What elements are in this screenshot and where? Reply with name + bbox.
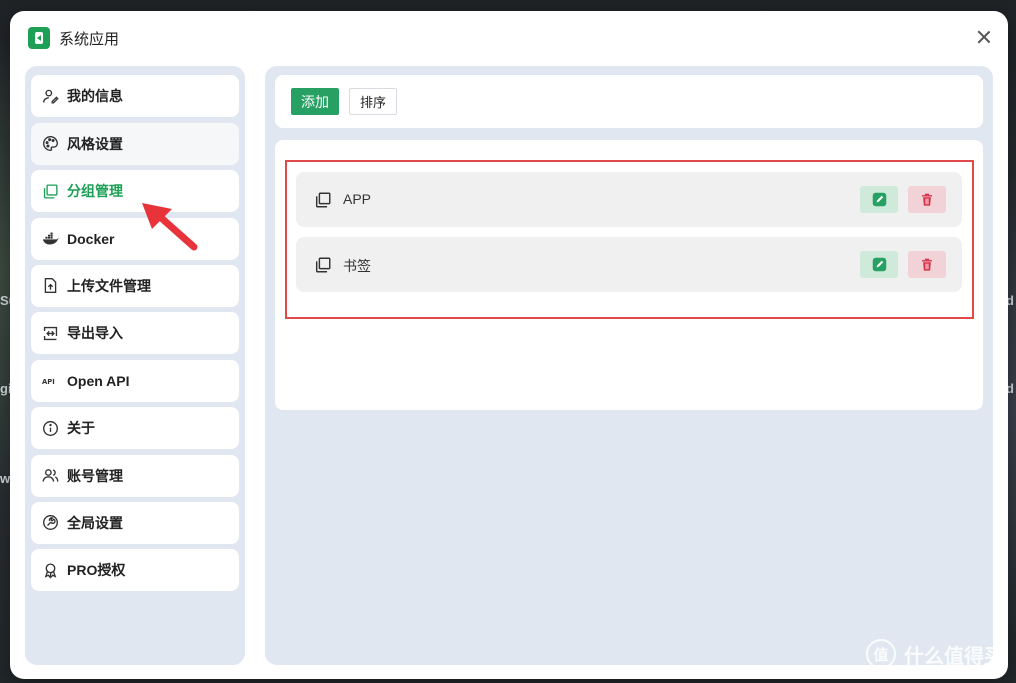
settings-window: 系统应用 我的信息 风格设置 分组管理 Docker 上传文件管理 导出导入 A… xyxy=(10,11,1008,679)
sidebar-item-open-api[interactable]: API Open API xyxy=(31,359,239,402)
watermark: 值 什么值得买 xyxy=(866,639,1004,669)
group-name: 书签 xyxy=(343,258,371,274)
sidebar-item-label: PRO授权 xyxy=(67,562,126,579)
delete-group-button[interactable] xyxy=(908,251,946,278)
edit-group-button[interactable] xyxy=(860,186,898,213)
docker-whale-icon xyxy=(41,230,59,248)
edit-group-button[interactable] xyxy=(860,251,898,278)
sidebar-item-global-settings[interactable]: 全局设置 xyxy=(31,501,239,544)
sidebar-item-label: 风格设置 xyxy=(67,135,123,152)
sidebar-item-upload-files[interactable]: 上传文件管理 xyxy=(31,264,239,307)
sidebar-item-label: 全局设置 xyxy=(67,514,123,531)
sidebar-item-label: 分组管理 xyxy=(67,183,123,200)
user-edit-icon xyxy=(41,87,59,105)
group-row[interactable]: APP xyxy=(296,172,962,227)
trash-icon xyxy=(922,258,932,271)
import-export-icon xyxy=(41,324,59,342)
close-icon[interactable] xyxy=(974,27,994,47)
sort-button[interactable]: 排序 xyxy=(349,88,397,115)
edit-icon xyxy=(872,192,886,207)
group-row[interactable]: 书签 xyxy=(296,237,962,292)
sidebar: 我的信息 风格设置 分组管理 Docker 上传文件管理 导出导入 API Op… xyxy=(25,66,245,665)
info-icon xyxy=(41,419,59,437)
annotation-arrow-icon xyxy=(142,203,198,251)
sidebar-item-pro-license[interactable]: PRO授权 xyxy=(31,549,239,592)
sidebar-item-style[interactable]: 风格设置 xyxy=(31,122,239,165)
copy-squares-icon xyxy=(314,256,332,274)
sidebar-item-import-export[interactable]: 导出导入 xyxy=(31,312,239,355)
palette-icon xyxy=(41,135,59,153)
group-name: APP xyxy=(343,191,372,207)
sidebar-item-label: 上传文件管理 xyxy=(67,277,151,294)
svg-text:API: API xyxy=(42,378,55,386)
award-icon xyxy=(41,561,59,579)
window-titlebar: 系统应用 xyxy=(10,11,1008,65)
group-list-panel: APP 书签 xyxy=(275,140,983,410)
app-logo-icon xyxy=(28,27,50,49)
edit-icon xyxy=(872,257,886,272)
sidebar-item-label: 我的信息 xyxy=(67,88,123,105)
tool-icon xyxy=(41,514,59,532)
api-icon: API xyxy=(41,372,59,390)
trash-icon xyxy=(922,193,932,206)
sidebar-item-accounts[interactable]: 账号管理 xyxy=(31,454,239,497)
users-icon xyxy=(41,467,59,485)
main-panel: 添加 排序 APP 书签 xyxy=(265,66,993,665)
sidebar-item-label: Docker xyxy=(67,230,115,247)
window-title: 系统应用 xyxy=(59,31,120,48)
sidebar-item-label: Open API xyxy=(67,372,130,389)
copy-squares-icon xyxy=(41,182,59,200)
watermark-badge: 值 xyxy=(866,639,896,669)
sidebar-item-label: 关于 xyxy=(67,420,95,437)
sidebar-item-about[interactable]: 关于 xyxy=(31,407,239,450)
file-upload-icon xyxy=(41,277,59,295)
sidebar-item-label: 导出导入 xyxy=(67,325,123,342)
copy-squares-icon xyxy=(314,191,332,209)
sidebar-item-label: 账号管理 xyxy=(67,467,123,484)
watermark-text: 什么值得买 xyxy=(904,645,1004,668)
toolbar: 添加 排序 xyxy=(275,75,983,128)
sidebar-item-my-info[interactable]: 我的信息 xyxy=(31,75,239,118)
add-button[interactable]: 添加 xyxy=(291,88,339,115)
delete-group-button[interactable] xyxy=(908,186,946,213)
